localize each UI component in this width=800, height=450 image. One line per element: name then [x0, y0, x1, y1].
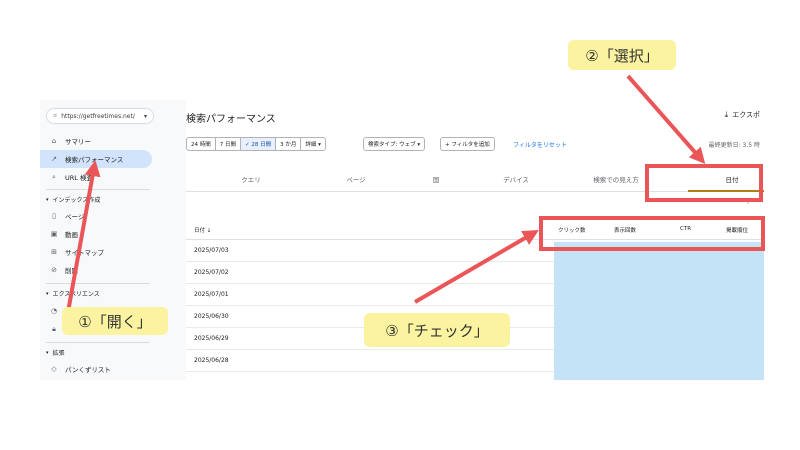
home-icon: ⌂ [51, 137, 57, 145]
sidebar-item-url-inspection[interactable]: ⌕ URL 検査 [40, 168, 152, 186]
date-chip-3m[interactable]: 3 か月 [276, 138, 302, 150]
date-cell: 2025/06/30 [194, 313, 229, 320]
section-label: エクスペリエンス [52, 291, 100, 298]
callout-check: ③「チェック」 [364, 313, 510, 347]
trend-icon: ↗ [51, 155, 57, 163]
sidebar-item-label: 検索パフォーマンス [65, 156, 124, 164]
sidebar-item-summary[interactable]: ⌂ サマリー [40, 132, 152, 150]
divider [46, 342, 150, 343]
sidebar-item-label: パンくずリスト [65, 366, 111, 374]
triangle-down-icon: ▾ [46, 290, 49, 297]
callout-open: ①「開く」 [62, 307, 168, 335]
property-selector[interactable]: ≡ https://getfreetimes.net/ ▾ [46, 108, 154, 124]
section-extensions[interactable]: ▾ 拡張 [46, 348, 65, 358]
divider [46, 283, 150, 284]
date-cell: 2025/06/28 [194, 357, 229, 364]
sidebar-item-breadcrumbs[interactable]: ◇ パンくずリスト [40, 360, 152, 378]
lock-icon: 🔒︎ [52, 324, 56, 333]
export-button[interactable]: ⤓ エクスポ [725, 110, 760, 120]
search-type-chip[interactable]: 検索タイプ: ウェブ ▾ [363, 137, 426, 151]
sitemap-icon: ⊞ [51, 248, 57, 256]
sidebar: ≡ https://getfreetimes.net/ ▾ ⌂ サマリー ↗ 検… [40, 100, 186, 380]
search-icon: ⌕ [52, 172, 56, 181]
date-cell: 2025/06/29 [194, 335, 229, 342]
date-cell: 2025/07/03 [194, 247, 229, 254]
reset-filter-link[interactable]: フィルタをリセット [513, 140, 567, 149]
last-updated: 最終更新日: 3.5 時 [708, 142, 760, 149]
sidebar-item-label: サイトマップ [65, 249, 104, 257]
sidebar-item-label: 動画 [65, 231, 78, 239]
date-chip-24h[interactable]: 24 時間 [187, 138, 216, 150]
property-url: https://getfreetimes.net/ [61, 112, 135, 120]
sidebar-item-label: サマリー [65, 138, 91, 146]
date-chip-details[interactable]: 詳細 ▾ [301, 138, 325, 150]
sidebar-item-pages[interactable]: ▯ ページ [40, 207, 152, 225]
page-title: 検索パフォーマンス [186, 114, 276, 125]
sidebar-item-label: ページ [65, 213, 85, 221]
chevron-down-icon: ▾ [143, 112, 147, 120]
video-icon: ▣ [50, 230, 58, 238]
tab-devices[interactable]: デバイス [476, 166, 556, 192]
sidebar-item-search-performance[interactable]: ↗ 検索パフォーマンス [40, 150, 152, 168]
gauge-icon: ◔ [50, 307, 58, 315]
date-chip-28d[interactable]: ✓ 28 日間 [241, 138, 277, 150]
section-label: 拡張 [52, 350, 65, 357]
highlight-metric-columns [539, 216, 765, 251]
remove-icon: ⊘ [51, 266, 57, 274]
callout-select: ②「選択」 [568, 40, 676, 70]
highlight-date-tab [645, 164, 763, 202]
divider [46, 189, 150, 190]
table-row[interactable]: 2025/06/28 [186, 350, 556, 372]
sidebar-item-label: 削除 [65, 267, 78, 275]
table-row[interactable]: 2025/07/01 [186, 284, 556, 306]
diamond-icon: ◇ [51, 365, 57, 373]
table-row[interactable]: 2025/07/03 [186, 240, 556, 262]
sidebar-item-label: URL 検査 [65, 174, 93, 182]
section-label: インデックス作成 [52, 197, 101, 204]
add-filter-chip[interactable]: + フィルタを追加 [440, 137, 495, 151]
column-date[interactable]: 日付 ↓ [194, 226, 211, 234]
export-label: エクスポ [732, 111, 760, 119]
section-experience[interactable]: ▾ エクスペリエンス [46, 289, 100, 299]
date-cell: 2025/07/01 [194, 291, 229, 298]
property-icon: ≡ [53, 113, 58, 119]
date-cell: 2025/07/02 [194, 269, 229, 276]
date-range-selector: 24 時間 7 日間 ✓ 28 日間 3 か月 詳細 ▾ [186, 137, 326, 151]
triangle-down-icon: ▾ [46, 349, 49, 356]
metrics-data-area [554, 242, 764, 380]
tab-countries[interactable]: 国 [396, 166, 476, 192]
table-row[interactable]: 2025/07/02 [186, 262, 556, 284]
tab-pages[interactable]: ページ [316, 166, 396, 192]
date-chip-7d[interactable]: 7 日間 [216, 138, 241, 150]
sidebar-item-removals[interactable]: ⊘ 削除 [40, 261, 152, 279]
tab-queries[interactable]: クエリ [186, 166, 316, 192]
download-icon: ⤓ [724, 110, 729, 119]
section-indexing[interactable]: ▾ インデックス作成 [46, 195, 101, 205]
triangle-down-icon: ▾ [46, 196, 49, 203]
sidebar-item-sitemaps[interactable]: ⊞ サイトマップ [40, 243, 152, 261]
page-icon: ▯ [52, 212, 56, 220]
sidebar-item-videos[interactable]: ▣ 動画 [40, 225, 152, 243]
